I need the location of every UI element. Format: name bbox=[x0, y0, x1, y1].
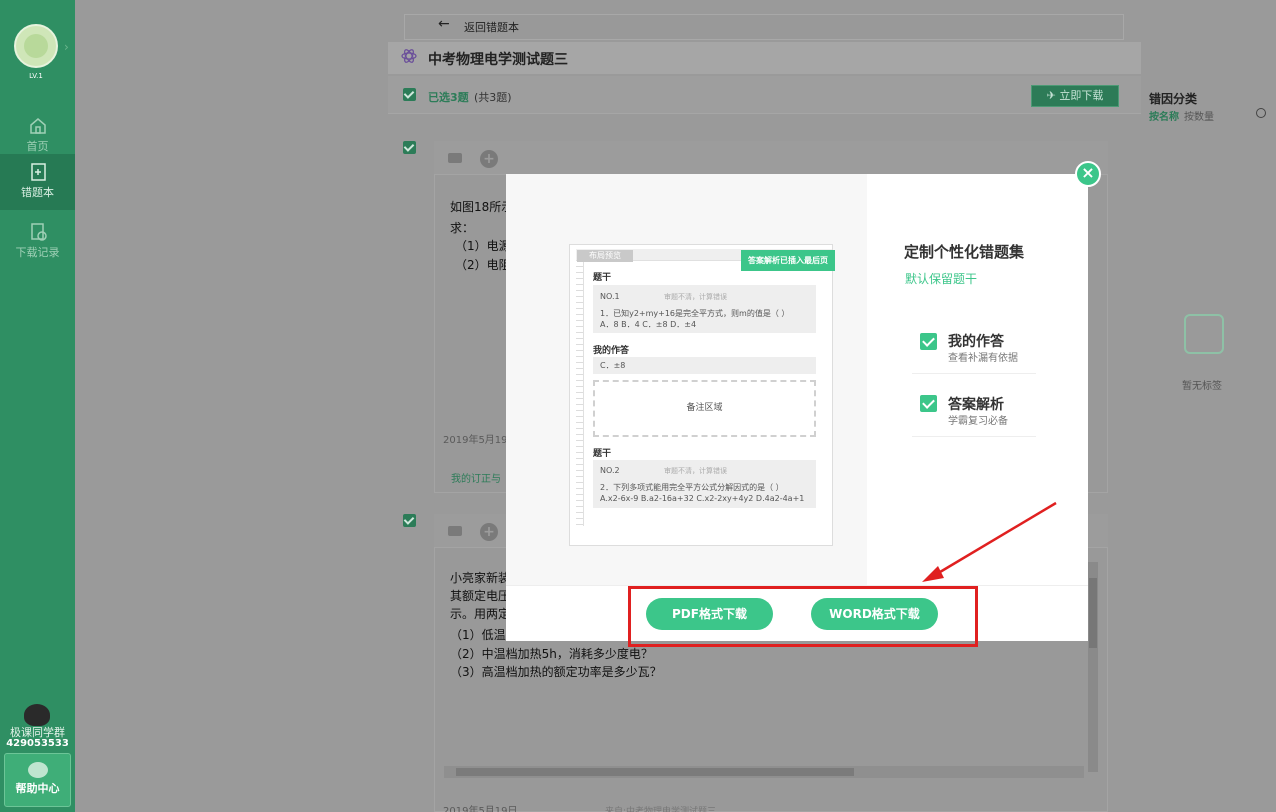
preview-question-text: 2．下列多项式能用完全平方公式分解因式的是（ ） bbox=[600, 483, 784, 492]
divider bbox=[912, 373, 1036, 374]
penguin-icon bbox=[24, 704, 50, 726]
question-text: 其额定电压 bbox=[450, 589, 511, 603]
default-keep-stem: 默认保留题干 bbox=[905, 272, 978, 286]
nav-notebook[interactable]: 错题本 bbox=[0, 154, 75, 210]
preview-ruler bbox=[576, 261, 584, 526]
back-link[interactable]: 返回错题本 bbox=[464, 19, 519, 35]
my-answer-option-sub: 查看补漏有依据 bbox=[948, 353, 1018, 364]
atom-icon bbox=[401, 49, 417, 63]
preview-question-no: NO.1 bbox=[600, 292, 620, 301]
download-record-icon bbox=[30, 223, 47, 241]
layout-preview-label: 布局预览 bbox=[577, 250, 633, 262]
tag-icon[interactable] bbox=[448, 153, 462, 163]
total-count: (共3题) bbox=[474, 91, 512, 104]
sort-by-count-tab[interactable]: 按数量 bbox=[1184, 108, 1214, 123]
error-category-title: 错因分类 bbox=[1149, 92, 1198, 106]
level-badge: LV.1 bbox=[29, 72, 43, 80]
question-text: 示。用两定 bbox=[450, 607, 511, 621]
divider bbox=[912, 436, 1036, 437]
card-header bbox=[434, 141, 1108, 175]
search-icon[interactable] bbox=[1256, 108, 1266, 118]
user-avatar[interactable] bbox=[14, 24, 58, 68]
select-all-checkbox[interactable] bbox=[403, 88, 416, 101]
highlight-box bbox=[628, 586, 978, 647]
notebook-icon bbox=[30, 163, 46, 181]
download-now-label: 立即下载 bbox=[1059, 89, 1104, 102]
question-text: （1）低温 bbox=[450, 628, 506, 642]
preview-error-tag: 审题不清，计算错误 bbox=[664, 293, 727, 301]
sort-by-name-tab[interactable]: 按名称 bbox=[1149, 108, 1179, 123]
answer-analysis-checkbox[interactable] bbox=[920, 395, 937, 412]
back-arrow-icon[interactable]: ← bbox=[438, 16, 450, 32]
nav-notebook-label: 错题本 bbox=[21, 186, 54, 199]
selected-count: 已选3题 bbox=[428, 91, 469, 104]
my-correction-link[interactable]: 我的订正与 bbox=[451, 470, 501, 485]
answer-appended-badge: 答案解析已插入最后页 bbox=[741, 250, 835, 271]
nav-download-record-label: 下载记录 bbox=[15, 246, 60, 259]
question-text: （2）中温档加热5h，消耗多少度电？ bbox=[450, 647, 653, 661]
my-answer-option-label: 我的作答 bbox=[948, 334, 1004, 350]
preview-stem-heading: 题干 bbox=[593, 449, 612, 459]
preview-stem-heading: 题干 bbox=[593, 273, 612, 283]
preview-error-tag: 审题不清，计算错误 bbox=[664, 467, 727, 475]
preview-notes-area: 备注区域 bbox=[593, 380, 816, 437]
preview-question-options: A．8 B．4 C．±8 D．±4 bbox=[600, 320, 697, 329]
answer-analysis-option-label: 答案解析 bbox=[948, 397, 1004, 413]
close-icon[interactable]: × bbox=[1075, 161, 1101, 187]
expand-arrow-icon[interactable]: › bbox=[64, 40, 69, 54]
customize-title: 定制个性化错题集 bbox=[904, 243, 1025, 261]
download-now-button[interactable]: ✈ 立即下载 bbox=[1031, 85, 1119, 107]
nav-home-label: 首页 bbox=[26, 140, 49, 153]
send-icon: ✈ bbox=[1046, 89, 1060, 102]
question-text: 求： bbox=[450, 221, 475, 235]
question-date: 2019年5月19 bbox=[443, 435, 508, 446]
tag-icon[interactable] bbox=[448, 526, 462, 536]
answer-analysis-option-sub: 学霸复习必备 bbox=[948, 416, 1008, 427]
question-text: （2）电阻 bbox=[455, 258, 511, 272]
question-text: 如图18所示 bbox=[450, 200, 514, 214]
question-1-checkbox[interactable] bbox=[403, 141, 416, 154]
preview-my-answer: C．±8 bbox=[600, 361, 626, 370]
help-center-button[interactable]: 帮助中心 bbox=[4, 753, 71, 807]
preview-question-options: A.x2-6x-9 B.a2-16a+32 C.x2-2xy+4y2 D.4a2… bbox=[600, 494, 805, 503]
preview-question-no: NO.2 bbox=[600, 466, 620, 475]
help-center-label: 帮助中心 bbox=[15, 782, 60, 795]
question-text: （1）电源 bbox=[455, 239, 511, 253]
preview-my-answer-heading: 我的作答 bbox=[593, 346, 630, 356]
question-text: （3）高温档加热的额定功率是多少瓦？ bbox=[450, 665, 662, 679]
nav-download-record[interactable]: 下载记录 bbox=[0, 214, 75, 270]
preview-question-text: 1．已知y2+my+16是完全平方式，则m的值是（ ） bbox=[600, 309, 790, 318]
question-text: 小亮家新装 bbox=[450, 571, 511, 585]
home-icon bbox=[29, 118, 46, 134]
page-title: 中考物理电学测试题三 bbox=[428, 52, 568, 68]
question-date: 2019年5月19日 bbox=[443, 806, 518, 812]
qq-group-number: 429053533 bbox=[6, 738, 69, 749]
empty-tags-text: 暂无标签 bbox=[1182, 381, 1222, 392]
my-answer-checkbox[interactable] bbox=[920, 333, 937, 350]
question-source: 来自:中考物理电学测试题三 bbox=[605, 807, 717, 812]
vertical-scroll-thumb[interactable] bbox=[1089, 578, 1097, 648]
empty-tag-icon bbox=[1184, 314, 1224, 354]
help-mascot-icon bbox=[27, 762, 48, 778]
add-tag-icon[interactable]: + bbox=[480, 523, 498, 541]
question-2-checkbox[interactable] bbox=[403, 514, 416, 527]
add-tag-icon[interactable]: + bbox=[480, 150, 498, 168]
horizontal-scroll-thumb[interactable] bbox=[456, 768, 854, 776]
preview-my-answer-box bbox=[593, 357, 816, 374]
